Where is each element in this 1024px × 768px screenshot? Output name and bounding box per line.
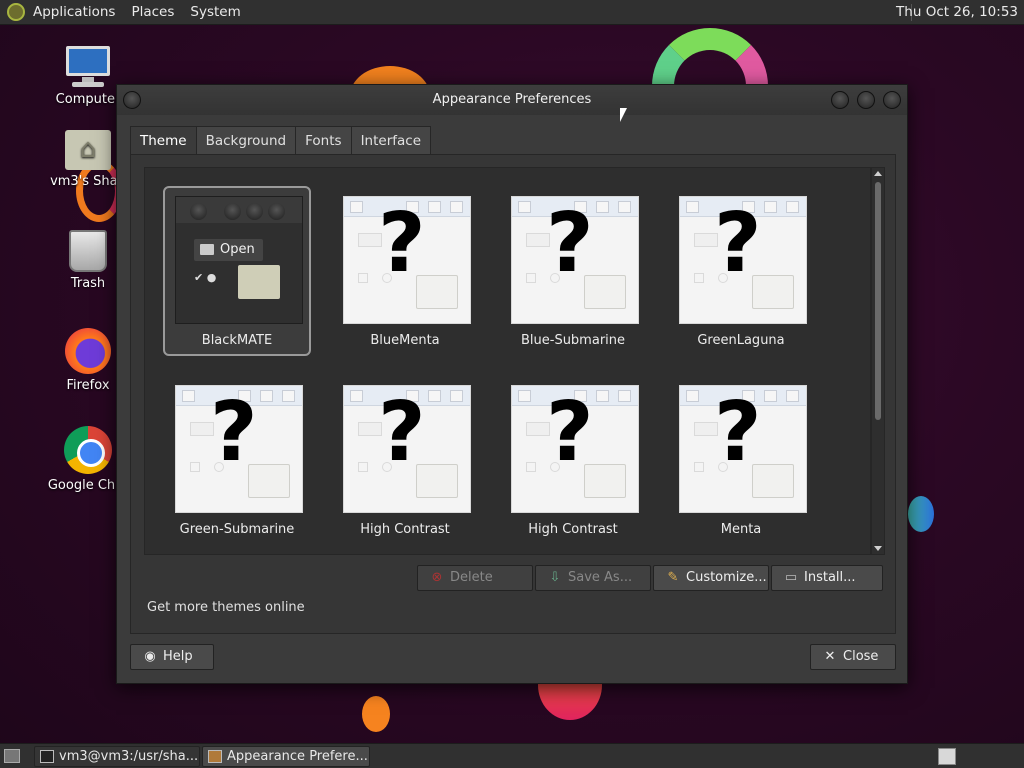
tab-background[interactable]: Background — [196, 126, 297, 155]
theme-name: BlackMATE — [201, 333, 273, 348]
theme-tab-panel: Open ✔ ● BlackMATE ? BlueMenta ? Blue-Su… — [130, 154, 896, 634]
terminal-icon — [40, 750, 54, 763]
save-as-button[interactable]: ⇩ Save As... — [535, 565, 651, 591]
folder-open-icon: ▭ — [784, 570, 798, 585]
appearance-icon — [208, 750, 222, 763]
theme-item-green-submarine[interactable]: ? Green-Submarine — [163, 375, 311, 545]
mouse-pointer-icon — [620, 108, 627, 122]
taskbar-item-label: Appearance Prefere... — [227, 749, 368, 764]
theme-list-scrollbar[interactable] — [871, 167, 885, 555]
theme-list: Open ✔ ● BlackMATE ? BlueMenta ? Blue-Su… — [144, 167, 871, 555]
help-button[interactable]: ◉ Help — [130, 644, 214, 670]
theme-name: Green-Submarine — [179, 522, 295, 537]
computer-icon — [64, 46, 112, 88]
theme-preview: ? — [175, 385, 303, 513]
theme-item-blue-submarine[interactable]: ? Blue-Submarine — [499, 186, 647, 356]
install-button[interactable]: ▭ Install... — [771, 565, 883, 591]
theme-item-bluementa[interactable]: ? BlueMenta — [331, 186, 479, 356]
theme-name: High Contrast — [360, 522, 450, 537]
titlebar[interactable]: Appearance Preferences — [117, 85, 907, 115]
appearance-preferences-window: Appearance Preferences Theme Background … — [116, 84, 908, 684]
tab-theme[interactable]: Theme — [130, 126, 197, 155]
wallpaper-small-shape — [362, 696, 390, 732]
mate-logo-icon[interactable] — [7, 3, 25, 21]
theme-name: Blue-Submarine — [520, 333, 626, 348]
save-icon: ⇩ — [549, 570, 561, 585]
maximize-button[interactable] — [857, 91, 875, 109]
save-as-label: Save As... — [568, 570, 633, 585]
tab-fonts[interactable]: Fonts — [296, 126, 352, 155]
unknown-preview-icon: ? — [714, 196, 762, 291]
unknown-preview-icon: ? — [546, 385, 594, 480]
tab-bar: Theme Background Fonts Interface — [130, 126, 432, 155]
firefox-icon — [65, 328, 111, 374]
scroll-up-icon[interactable] — [874, 171, 882, 176]
folder-icon — [238, 265, 280, 299]
home-folder-icon — [65, 130, 111, 170]
theme-name: BlueMenta — [370, 333, 440, 348]
clock[interactable]: Thu Oct 26, 10:53 — [896, 4, 1018, 20]
customize-label: Customize... — [686, 570, 767, 585]
bottom-panel: vm3@vm3:/usr/sha... Appearance Prefere..… — [0, 743, 1024, 768]
chrome-icon — [64, 426, 112, 474]
delete-label: Delete — [450, 570, 493, 585]
menu-system[interactable]: System — [190, 4, 240, 20]
theme-preview: ? — [343, 385, 471, 513]
theme-preview: ? — [679, 196, 807, 324]
menu-applications[interactable]: Applications — [33, 4, 115, 20]
close-window-button[interactable] — [883, 91, 901, 109]
theme-name: Menta — [720, 522, 762, 537]
top-panel: Applications Places System Thu Oct 26, 1… — [0, 0, 1024, 25]
close-button[interactable]: ✕ Close — [810, 644, 896, 670]
unknown-preview-icon: ? — [378, 196, 426, 291]
preview-open-label: Open — [194, 239, 263, 261]
get-more-themes-link[interactable]: Get more themes online — [147, 600, 305, 615]
close-label: Close — [843, 649, 879, 664]
delete-button[interactable]: ⊗ Delete — [417, 565, 533, 591]
scrollbar-thumb[interactable] — [875, 182, 881, 420]
help-label: Help — [163, 649, 193, 664]
theme-item-menta[interactable]: ? Menta — [667, 375, 815, 545]
theme-item-high-contrast-2[interactable]: ? High Contrast — [499, 375, 647, 545]
help-icon: ◉ — [144, 649, 156, 664]
theme-name: GreenLaguna — [697, 333, 785, 348]
theme-item-blackmate[interactable]: Open ✔ ● BlackMATE — [163, 186, 311, 356]
unknown-preview-icon: ? — [378, 385, 426, 480]
theme-name: High Contrast — [528, 522, 618, 537]
theme-item-high-contrast[interactable]: ? High Contrast — [331, 375, 479, 545]
delete-icon: ⊗ — [431, 570, 443, 585]
edit-icon: ✎ — [667, 570, 679, 585]
theme-preview: ? — [679, 385, 807, 513]
show-desktop-icon[interactable] — [4, 749, 20, 763]
wallpaper-teal-shape — [908, 496, 934, 532]
theme-preview: Open ✔ ● — [175, 196, 303, 324]
menu-places[interactable]: Places — [131, 4, 174, 20]
taskbar-item-appearance[interactable]: Appearance Prefere... — [202, 746, 370, 767]
taskbar-item-terminal[interactable]: vm3@vm3:/usr/sha... — [34, 746, 200, 767]
taskbar-item-label: vm3@vm3:/usr/sha... — [59, 749, 199, 764]
theme-item-greenlaguna[interactable]: ? GreenLaguna — [667, 186, 815, 356]
close-icon: ✕ — [824, 649, 836, 664]
unknown-preview-icon: ? — [546, 196, 594, 291]
install-label: Install... — [804, 570, 856, 585]
theme-preview: ? — [511, 196, 639, 324]
trash-icon — [69, 230, 107, 272]
theme-preview: ? — [343, 196, 471, 324]
customize-button[interactable]: ✎ Customize... — [653, 565, 769, 591]
tab-interface[interactable]: Interface — [351, 126, 432, 155]
workspace-switcher[interactable] — [938, 748, 956, 765]
window-title: Appearance Preferences — [432, 92, 592, 107]
minimize-button[interactable] — [831, 91, 849, 109]
unknown-preview-icon: ? — [714, 385, 762, 480]
unknown-preview-icon: ? — [210, 385, 258, 480]
scroll-down-icon[interactable] — [874, 546, 882, 551]
theme-preview: ? — [511, 385, 639, 513]
